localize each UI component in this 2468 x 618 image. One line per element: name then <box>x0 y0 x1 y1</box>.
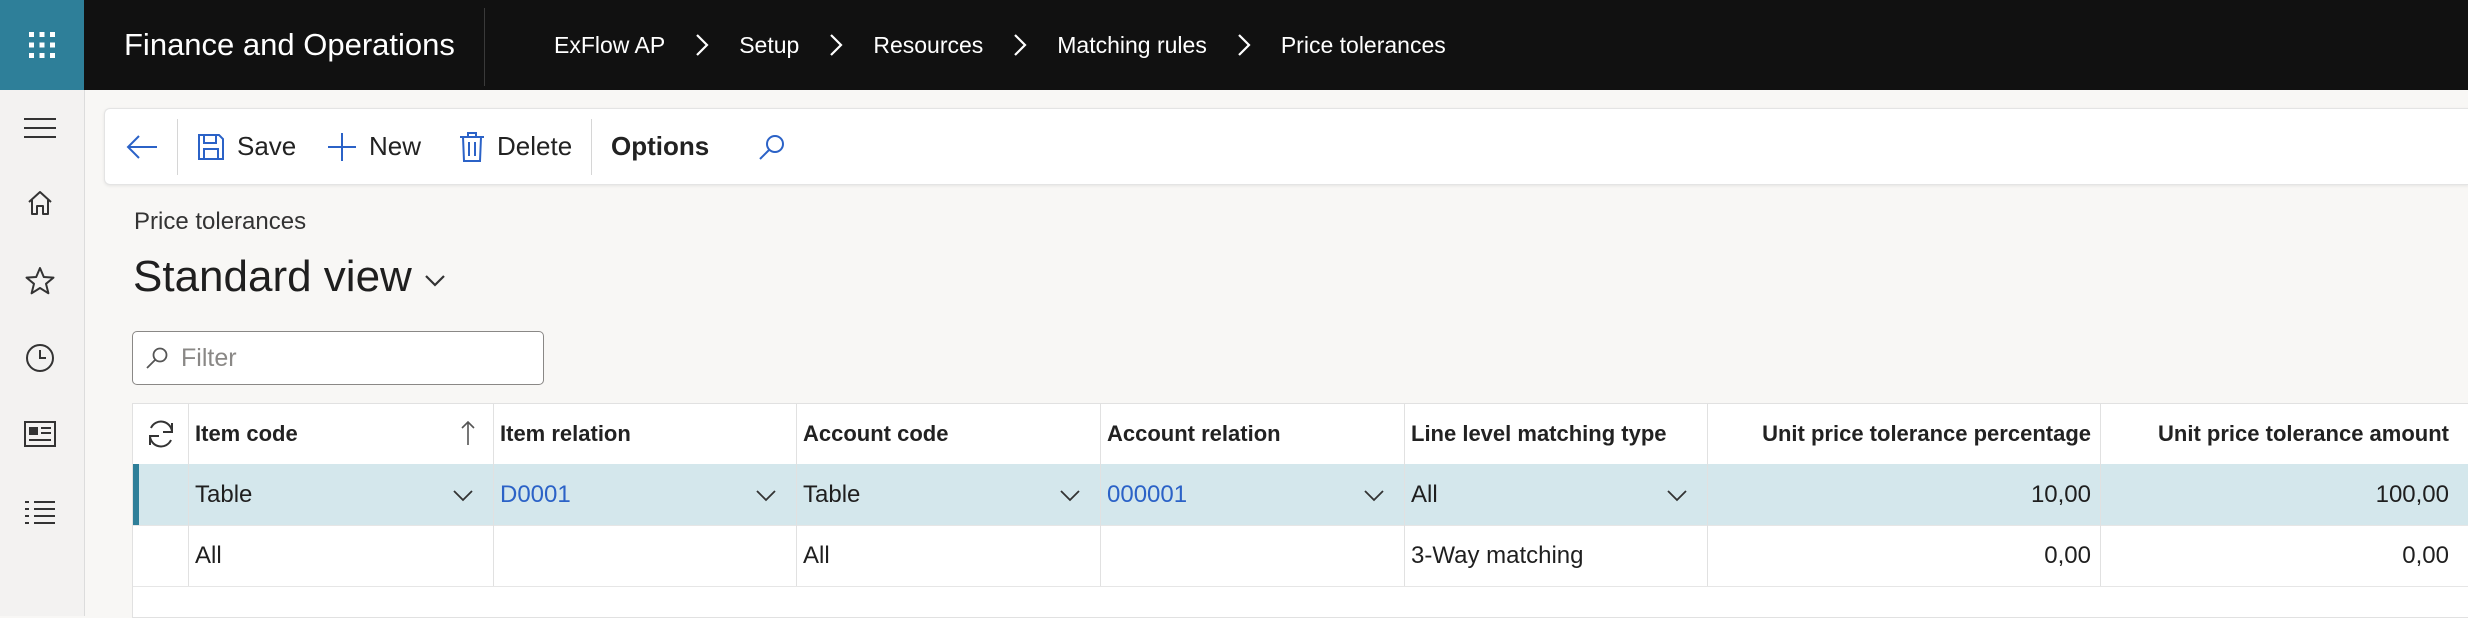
favorites-button[interactable] <box>20 261 60 301</box>
column-header-item-relation[interactable]: Item relation <box>494 404 797 464</box>
view-name: Standard view <box>133 252 412 301</box>
back-arrow-icon <box>126 134 157 159</box>
chevron-right-icon <box>829 33 843 57</box>
chevron-down-icon <box>453 489 473 501</box>
modules-button[interactable] <box>20 493 60 533</box>
column-header-account-relation[interactable]: Account relation <box>1101 404 1405 464</box>
filter-box <box>132 331 544 385</box>
item-code-select[interactable]: Table <box>189 464 494 525</box>
clock-icon <box>26 344 54 372</box>
sort-ascending-icon <box>461 420 475 445</box>
hamburger-button[interactable] <box>20 108 60 148</box>
waffle-icon <box>29 32 55 58</box>
delete-label: Delete <box>497 131 573 161</box>
hamburger-icon <box>24 118 56 138</box>
price-tolerance-grid: Item code Item relation Account code Acc… <box>132 403 2468 618</box>
save-label: Save <box>237 131 297 161</box>
chevron-down-icon <box>1060 489 1080 501</box>
refresh-icon <box>148 420 173 448</box>
chevron-down-icon <box>1667 489 1687 501</box>
list-icon <box>25 501 55 524</box>
item-code-cell[interactable]: All <box>189 525 494 586</box>
search-button[interactable] <box>757 109 799 184</box>
toolbar-divider <box>177 119 178 175</box>
column-header-line-level-matching-type[interactable]: Line level matching type <box>1405 404 1708 464</box>
workspace-icon <box>24 421 56 447</box>
back-button[interactable] <box>125 109 171 184</box>
new-label: New <box>369 131 422 161</box>
action-pane: Save New Delete Options <box>104 108 2468 185</box>
table-row[interactable]: Table D0001 Table 000001 All 10,00 100,0… <box>133 464 2468 526</box>
app-launcher-button[interactable] <box>0 0 84 90</box>
unit-price-tolerance-amount-cell[interactable]: 0,00 <box>2101 525 2468 586</box>
search-icon <box>759 134 784 160</box>
app-title[interactable]: Finance and Operations <box>124 0 455 90</box>
home-icon <box>28 191 52 215</box>
table-row[interactable]: All All 3-Way matching 0,00 0,00 <box>133 525 2468 587</box>
breadcrumb-item-setup[interactable]: Setup <box>739 32 799 59</box>
options-tab[interactable]: Options <box>611 109 709 184</box>
column-header-account-code[interactable]: Account code <box>797 404 1101 464</box>
item-relation-cell[interactable] <box>494 525 797 586</box>
chevron-right-icon <box>1013 33 1027 57</box>
toolbar-divider <box>591 119 592 175</box>
breadcrumb-item-price-tolerances[interactable]: Price tolerances <box>1281 32 1446 59</box>
chevron-right-icon <box>1237 33 1251 57</box>
chevron-down-icon <box>1364 489 1384 501</box>
unit-price-tolerance-percentage-field[interactable]: 10,00 <box>1708 464 2101 525</box>
column-header-item-code[interactable]: Item code <box>189 404 494 464</box>
chevron-down-icon <box>425 275 445 287</box>
breadcrumb: ExFlow AP Setup Resources Matching rules… <box>554 0 1446 90</box>
filter-input[interactable] <box>179 342 523 374</box>
grid-header: Item code Item relation Account code Acc… <box>133 404 2468 465</box>
line-level-matching-type-cell[interactable]: 3-Way matching <box>1405 525 1708 586</box>
home-button[interactable] <box>20 183 60 223</box>
unit-price-tolerance-percentage-cell[interactable]: 0,00 <box>1708 525 2101 586</box>
breadcrumb-item-resources[interactable]: Resources <box>873 32 983 59</box>
left-nav-pane <box>0 90 85 616</box>
account-relation-cell[interactable] <box>1101 525 1405 586</box>
refresh-button[interactable] <box>133 404 189 464</box>
breadcrumb-item-matching-rules[interactable]: Matching rules <box>1057 32 1207 59</box>
plus-icon <box>328 132 356 161</box>
page-caption: Price tolerances <box>134 208 307 235</box>
workspaces-button[interactable] <box>20 414 60 454</box>
line-level-matching-type-select[interactable]: All <box>1405 464 1708 525</box>
account-code-cell[interactable]: All <box>797 525 1101 586</box>
column-header-unit-price-tolerance-amount[interactable]: Unit price tolerance amount <box>2101 404 2468 464</box>
new-button[interactable]: New <box>327 109 421 184</box>
column-header-unit-price-tolerance-percentage[interactable]: Unit price tolerance percentage <box>1708 404 2101 464</box>
search-icon <box>146 347 168 369</box>
star-icon <box>25 267 55 295</box>
breadcrumb-item-exflow-ap[interactable]: ExFlow AP <box>554 32 665 59</box>
topbar-divider <box>484 8 485 86</box>
save-button[interactable]: Save <box>197 109 296 184</box>
item-relation-lookup[interactable]: D0001 <box>494 464 797 525</box>
unit-price-tolerance-amount-field[interactable]: 100,00 <box>2101 464 2468 525</box>
row-selector[interactable] <box>133 464 189 525</box>
account-relation-lookup[interactable]: 000001 <box>1101 464 1405 525</box>
recent-button[interactable] <box>20 338 60 378</box>
view-selector[interactable]: Standard view <box>133 252 446 302</box>
chevron-down-icon <box>756 489 776 501</box>
trash-icon <box>460 131 484 162</box>
row-selector[interactable] <box>133 525 189 586</box>
chevron-right-icon <box>695 33 709 57</box>
delete-button[interactable]: Delete <box>459 109 572 184</box>
account-code-select[interactable]: Table <box>797 464 1101 525</box>
save-icon <box>198 133 224 160</box>
top-bar: Finance and Operations ExFlow AP Setup R… <box>0 0 2468 90</box>
